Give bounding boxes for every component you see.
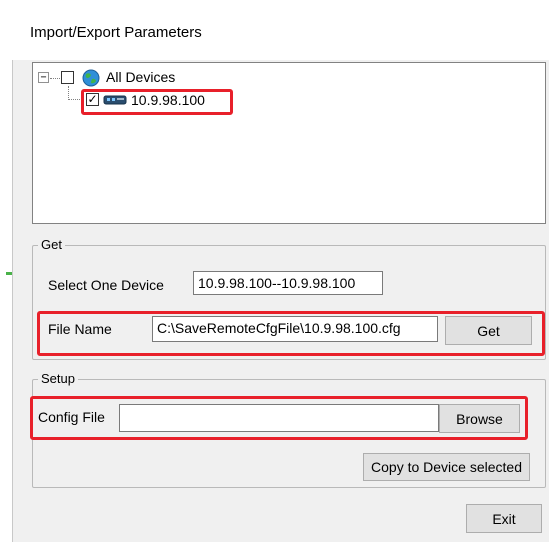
- highlight-config-file-row: [30, 396, 528, 440]
- globe-icon: [82, 69, 100, 87]
- tree-connector: [50, 78, 60, 79]
- select-device-field[interactable]: 10.9.98.100--10.9.98.100: [193, 271, 383, 295]
- all-devices-checkbox[interactable]: [61, 71, 74, 84]
- device-tree[interactable]: [32, 62, 546, 224]
- setup-group-legend: Setup: [38, 371, 78, 386]
- exit-button[interactable]: Exit: [466, 504, 542, 533]
- highlight-file-name-row: [37, 311, 545, 356]
- select-device-label: Select One Device: [48, 277, 164, 293]
- tree-collapse-toggle[interactable]: −: [38, 72, 49, 83]
- get-group-legend: Get: [38, 237, 65, 252]
- copy-to-device-button[interactable]: Copy to Device selected: [363, 453, 530, 481]
- tree-connector-vertical: [68, 86, 69, 100]
- tree-node-all-devices[interactable]: All Devices: [106, 69, 175, 85]
- highlight-device-node: [81, 89, 233, 115]
- window-title: Import/Export Parameters: [30, 24, 202, 41]
